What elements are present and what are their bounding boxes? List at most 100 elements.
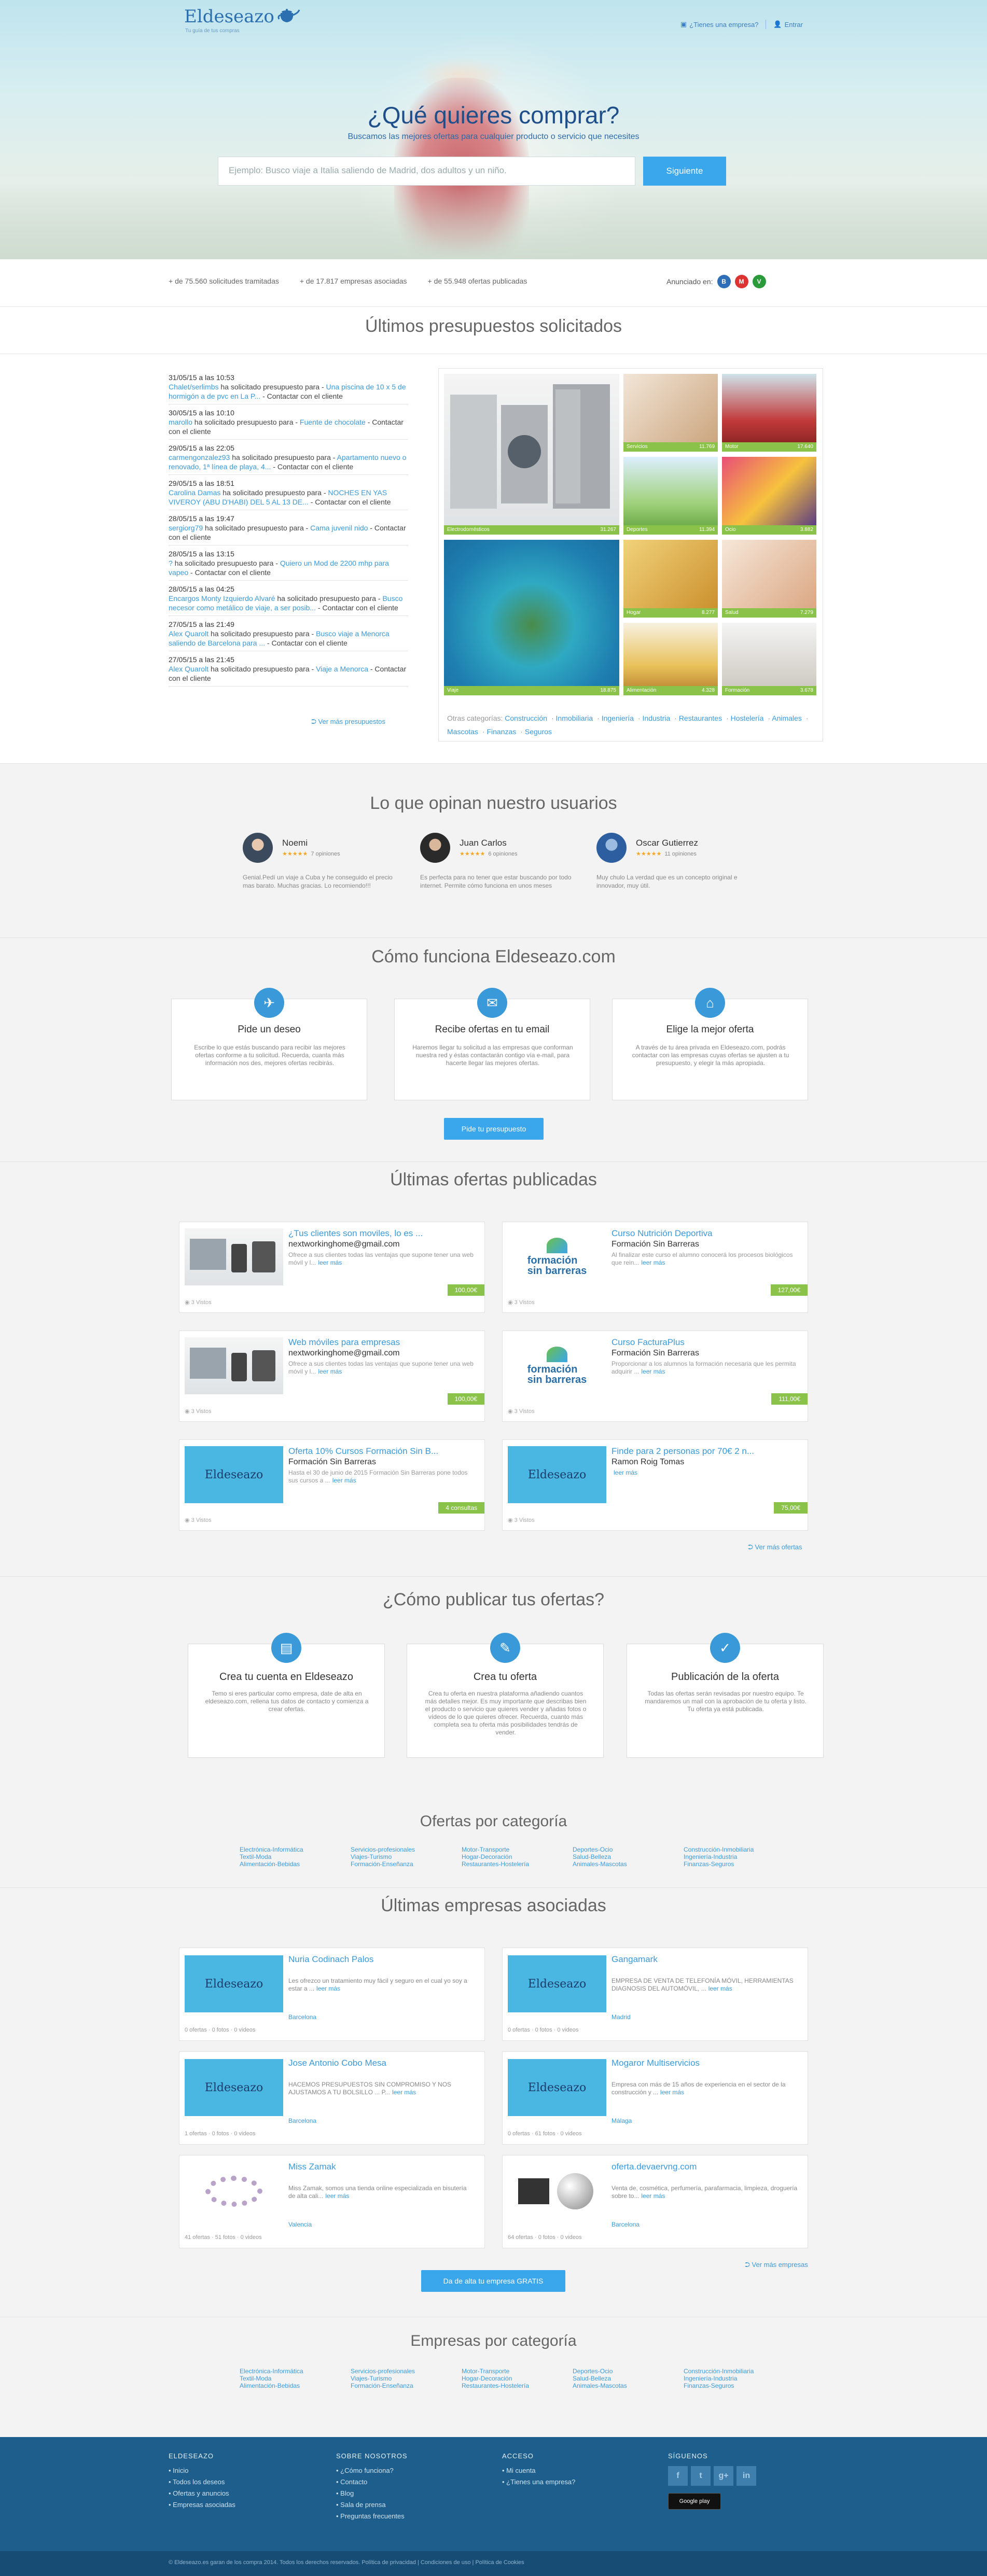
other-category-link[interactable]: Industria bbox=[643, 714, 671, 722]
offer-title[interactable]: Oferta 10% Cursos Formación Sin B... bbox=[288, 1446, 438, 1457]
company-name[interactable]: Jose Antonio Cobo Mesa bbox=[288, 2058, 386, 2068]
category-tile-training[interactable]: Formación 3.678 bbox=[722, 623, 816, 695]
request-user[interactable]: Chalet/serlimbs bbox=[169, 383, 218, 391]
read-more-link[interactable]: leer más bbox=[641, 1259, 665, 1266]
category-link[interactable]: Textil-Moda bbox=[240, 1853, 303, 1860]
category-tile-leisure[interactable]: Ocio 3.882 bbox=[722, 457, 816, 535]
category-link[interactable]: Motor-Transporte bbox=[462, 2368, 529, 2375]
read-more-link[interactable]: leer más bbox=[332, 1477, 356, 1484]
read-more-link[interactable]: leer más bbox=[392, 2089, 416, 2096]
company-name[interactable]: Mogaror Multiservicios bbox=[611, 2058, 700, 2068]
google-play-badge[interactable]: Google play bbox=[668, 2493, 721, 2510]
company-card[interactable]: Miss Zamak Miss Zamak, somos una tienda o… bbox=[179, 2155, 485, 2248]
other-category-link[interactable]: Finanzas bbox=[486, 727, 516, 736]
more-companies-link[interactable]: ⮊ Ver más empresas bbox=[745, 2261, 808, 2269]
category-link[interactable]: Motor-Transporte bbox=[462, 1846, 529, 1853]
category-tile-services[interactable]: Servicios 11.769 bbox=[623, 374, 718, 452]
category-tile-home[interactable]: Hogar 8.277 bbox=[623, 540, 718, 618]
category-link[interactable]: Servicios-profesionales bbox=[351, 2368, 415, 2375]
contact-client-link[interactable]: - Contactar con el cliente bbox=[273, 463, 353, 471]
contact-client-link[interactable]: - Contactar con el cliente bbox=[262, 392, 343, 400]
request-what[interactable]: Cama juvenil nido bbox=[310, 524, 368, 532]
company-name[interactable]: Miss Zamak bbox=[288, 2162, 336, 2172]
offer-card[interactable]: ¿Tus clientes son moviles, lo es ... next… bbox=[179, 1222, 485, 1313]
request-what[interactable]: Fuente de chocolate bbox=[300, 418, 366, 426]
media-logo-1[interactable]: B bbox=[717, 275, 731, 288]
category-tile-travel[interactable]: Viaje 18.875 bbox=[444, 540, 619, 695]
footer-link[interactable]: • Todos los deseos bbox=[169, 2476, 235, 2488]
category-link[interactable]: Ingeniería-Industria bbox=[684, 2375, 754, 2382]
category-tile-sports[interactable]: Deportes 11.394 bbox=[623, 457, 718, 535]
contact-client-link[interactable]: - Contactar con el cliente bbox=[190, 568, 271, 577]
read-more-link[interactable]: leer más bbox=[318, 1259, 342, 1266]
category-tile-appliances[interactable]: Electrodomésticos 31.267 bbox=[444, 374, 619, 535]
company-card[interactable]: Eldeseazo Gangamark EMPRESA DE VENTA DE TE… bbox=[502, 1948, 808, 2041]
read-more-link[interactable]: leer más bbox=[708, 1985, 732, 1992]
offer-title[interactable]: Curso FacturaPlus bbox=[611, 1337, 685, 1348]
offer-title[interactable]: Curso Nutrición Deportiva bbox=[611, 1228, 713, 1239]
footer-link[interactable]: • Preguntas frecuentes bbox=[336, 2511, 408, 2522]
offer-card[interactable]: Web móviles para empresas nextworkinghome… bbox=[179, 1331, 485, 1422]
category-link[interactable]: Animales-Mascotas bbox=[573, 2382, 627, 2389]
category-link[interactable]: Electrónica-Informática bbox=[240, 1846, 303, 1853]
footer-link[interactable]: • Empresas asociadas bbox=[169, 2499, 235, 2511]
request-user[interactable]: Alex Quarolt bbox=[169, 665, 208, 673]
category-link[interactable]: Animales-Mascotas bbox=[573, 1860, 627, 1868]
company-name[interactable]: Gangamark bbox=[611, 1954, 658, 1965]
request-user[interactable]: Encargos Monty Izquierdo Alvaré bbox=[169, 594, 275, 603]
read-more-link[interactable]: leer más bbox=[316, 1985, 340, 1992]
google-plus-icon[interactable]: g+ bbox=[714, 2466, 733, 2486]
brand-logo[interactable]: Eldeseazo Tu guía de tus compras bbox=[184, 6, 300, 34]
company-card[interactable]: Eldeseazo Mogaror Multiservicios Empresa c… bbox=[502, 2051, 808, 2145]
company-card[interactable]: Eldeseazo Jose Antonio Cobo Mesa HACEMOS P… bbox=[179, 2051, 485, 2145]
other-category-link[interactable]: Animales bbox=[772, 714, 802, 722]
footer-link[interactable]: • Mi cuenta bbox=[502, 2465, 575, 2476]
search-input[interactable]: Ejemplo: Busco viaje a Italia saliendo d… bbox=[218, 157, 635, 186]
register-company-button[interactable]: Da de alta tu empresa GRATIS bbox=[421, 2270, 565, 2292]
companies-link[interactable]: ▣ ¿Tienes una empresa? bbox=[680, 20, 759, 29]
read-more-link[interactable]: leer más bbox=[614, 1469, 637, 1476]
linkedin-icon[interactable]: in bbox=[736, 2466, 756, 2486]
contact-client-link[interactable]: - Contactar con el cliente bbox=[267, 639, 347, 647]
company-card[interactable]: Eldeseazo Nuria Codinach Palos Les ofrezco… bbox=[179, 1948, 485, 2041]
category-link[interactable]: Alimentación-Bebidas bbox=[240, 1860, 303, 1868]
footer-link[interactable]: • Ofertas y anuncios bbox=[169, 2488, 235, 2499]
read-more-link[interactable]: leer más bbox=[318, 1368, 342, 1375]
footer-link[interactable]: • ¿Cómo funciona? bbox=[336, 2465, 408, 2476]
footer-link[interactable]: • Blog bbox=[336, 2488, 408, 2499]
footer-link[interactable]: • Sala de prensa bbox=[336, 2499, 408, 2511]
read-more-link[interactable]: leer más bbox=[325, 2192, 349, 2200]
search-next-button[interactable]: Siguiente bbox=[643, 157, 726, 186]
other-category-link[interactable]: Seguros bbox=[525, 727, 552, 736]
category-link[interactable]: Viajes-Turismo bbox=[351, 1853, 415, 1860]
offer-title[interactable]: Finde para 2 personas por 70€ 2 n... bbox=[611, 1446, 754, 1457]
login-link[interactable]: 👤 Entrar bbox=[773, 20, 803, 29]
request-user[interactable]: Carolina Damas bbox=[169, 488, 220, 497]
category-link[interactable]: Formación-Enseñanza bbox=[351, 2382, 415, 2389]
category-link[interactable]: Construcción-Inmobiliaria bbox=[684, 2368, 754, 2375]
company-name[interactable]: Nuria Codinach Palos bbox=[288, 1954, 373, 1965]
other-category-link[interactable]: Inmobiliaria bbox=[556, 714, 593, 722]
media-logo-2[interactable]: M bbox=[734, 275, 748, 288]
category-link[interactable]: Alimentación-Bebidas bbox=[240, 2382, 303, 2389]
request-user[interactable]: marollo bbox=[169, 418, 192, 426]
other-category-link[interactable]: Construcción bbox=[505, 714, 547, 722]
footer-link[interactable]: • ¿Tienes una empresa? bbox=[502, 2476, 575, 2488]
contact-client-link[interactable]: - Contactar con el cliente bbox=[318, 604, 398, 612]
company-name[interactable]: oferta.devaervng.com bbox=[611, 2162, 697, 2172]
category-tile-health[interactable]: Salud 7.279 bbox=[722, 540, 816, 618]
category-link[interactable]: Electrónica-Informática bbox=[240, 2368, 303, 2375]
category-link[interactable]: Finanzas-Seguros bbox=[684, 2382, 754, 2389]
request-user[interactable]: Alex Quarolt bbox=[169, 629, 208, 638]
facebook-icon[interactable]: f bbox=[668, 2466, 688, 2486]
offer-card[interactable]: formación sin barreras Curso Nutrición Dep… bbox=[502, 1222, 808, 1313]
category-link[interactable]: Restaurantes-Hostelería bbox=[462, 1860, 529, 1868]
contact-client-link[interactable]: - Contactar con el cliente bbox=[311, 498, 391, 506]
category-link[interactable]: Salud-Belleza bbox=[573, 1853, 627, 1860]
more-offers-link[interactable]: ⮊ Ver más ofertas bbox=[748, 1543, 802, 1551]
category-link[interactable]: Deportes-Ocio bbox=[573, 1846, 627, 1853]
category-link[interactable]: Finanzas-Seguros bbox=[684, 1860, 754, 1868]
category-link[interactable]: Textil-Moda bbox=[240, 2375, 303, 2382]
request-quote-button[interactable]: Pide tu presupuesto bbox=[444, 1118, 544, 1140]
category-tile-food[interactable]: Alimentación 4.328 bbox=[623, 623, 718, 695]
